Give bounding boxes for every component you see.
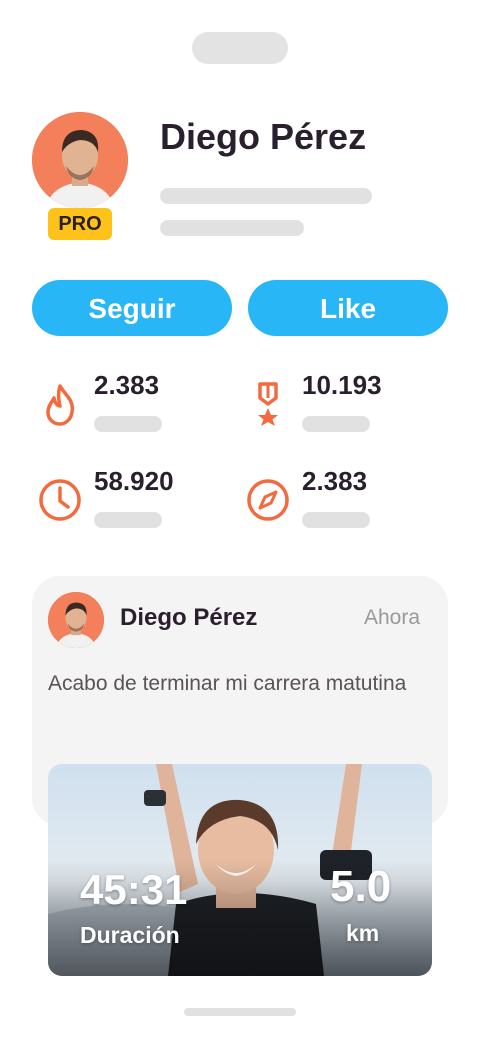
- avatar-person-icon: [32, 112, 128, 208]
- profile-detail-placeholder: [160, 220, 304, 236]
- stat-label-placeholder: [94, 512, 162, 528]
- post-author-name: Diego Pérez: [120, 604, 258, 631]
- duration-label: Duración: [80, 922, 180, 948]
- stat-label-placeholder: [302, 512, 370, 528]
- like-button[interactable]: Like: [248, 280, 448, 336]
- post-text: Acabo de terminar mi carrera matutina: [48, 672, 407, 695]
- stat-value: 10.193: [302, 370, 382, 400]
- pro-badge: PRO: [48, 208, 112, 240]
- follow-button[interactable]: Seguir: [32, 280, 232, 336]
- stat-value: 2.383: [94, 370, 160, 400]
- profile-name: Diego Pérez: [160, 116, 367, 157]
- post-author-avatar[interactable]: [48, 592, 104, 648]
- stat-value: 58.920: [94, 466, 174, 496]
- distance-value: 5.0: [330, 862, 392, 911]
- clock-icon: [39, 479, 81, 521]
- distance-unit: km: [346, 920, 380, 946]
- duration-value: 45:31: [80, 866, 188, 913]
- stat-label-placeholder: [94, 416, 162, 432]
- stat-label-placeholder: [302, 416, 370, 432]
- stat-value: 2.383: [302, 466, 368, 496]
- post-timestamp: Ahora: [364, 606, 421, 629]
- compass-icon: [247, 479, 289, 521]
- profile-subtitle-placeholder: [160, 188, 372, 204]
- drag-handle[interactable]: [192, 32, 288, 64]
- flame-icon: [46, 384, 75, 426]
- avatar-person-icon: [48, 592, 104, 648]
- home-indicator[interactable]: [184, 1008, 296, 1016]
- profile-avatar[interactable]: [32, 112, 128, 208]
- medal-icon: [258, 382, 278, 426]
